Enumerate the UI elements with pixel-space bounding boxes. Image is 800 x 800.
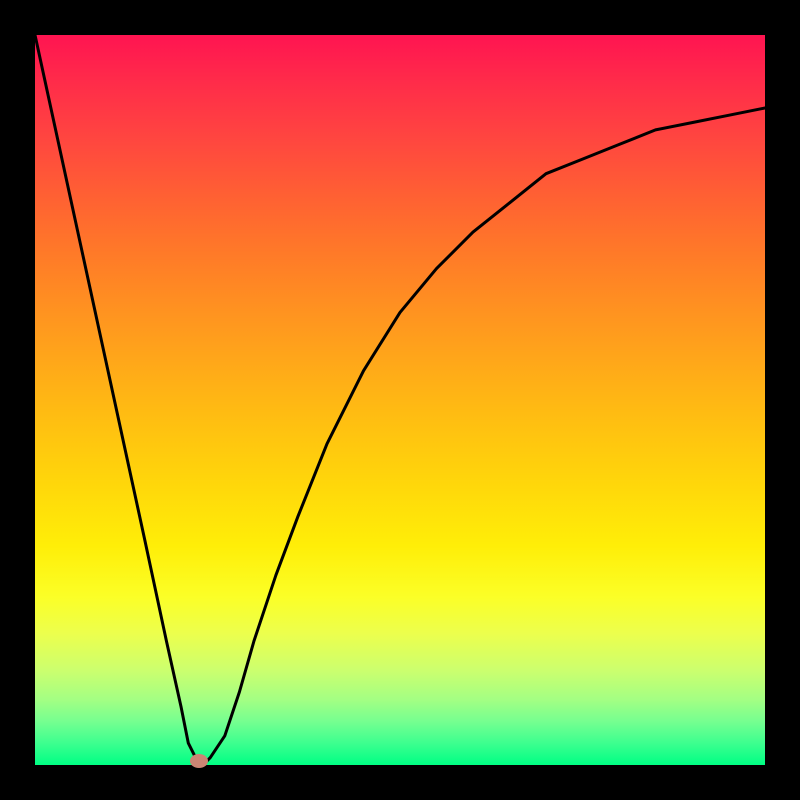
- chart-plot-area: [35, 35, 765, 765]
- optimal-point-marker: [190, 754, 208, 768]
- bottleneck-curve: [35, 35, 765, 765]
- chart-curve-svg: [35, 35, 765, 765]
